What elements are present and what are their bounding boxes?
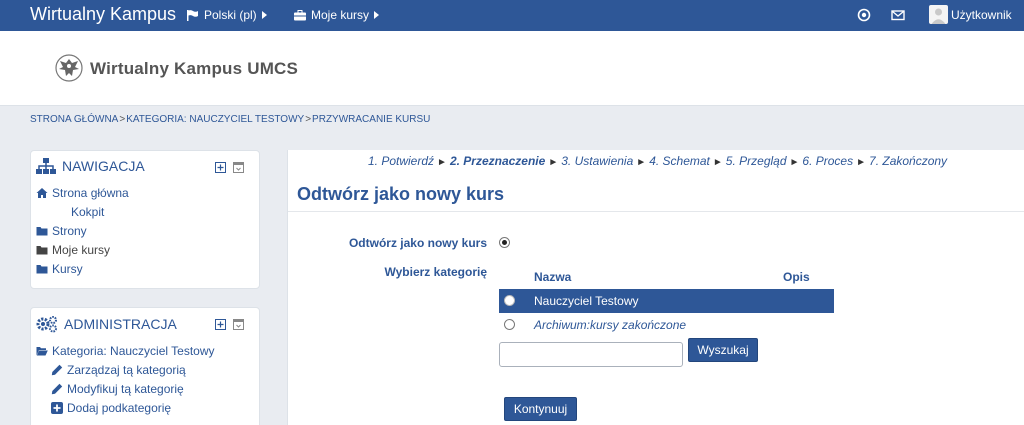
restore-steps: 1. Potwierdź ► 2. Przeznaczenie ► 3. Ustawie… [368, 154, 947, 168]
admin-item-label: Dodaj podkategorię [67, 401, 172, 415]
category-radio-teacher[interactable] [504, 295, 515, 306]
language-label: Polski (pl) [204, 8, 257, 22]
breadcrumb: STRONA GŁÓWNA > KATEGORIA: NAUCZYCIEL TE… [30, 114, 430, 125]
nav-item-label: Kursy [52, 262, 83, 276]
avatar [929, 5, 948, 24]
nav-item-dashboard[interactable]: Kokpit [71, 205, 104, 219]
sitemap-icon [36, 158, 56, 174]
nav-item-courses[interactable]: Kursy [36, 262, 83, 276]
folder-open-icon [36, 347, 48, 356]
search-button[interactable]: Wyszukaj [688, 338, 758, 362]
navigation-title: NAWIGACJA [62, 158, 145, 174]
admin-item-label: Kategoria: Nauczyciel Testowy [52, 344, 215, 358]
page-title: Odtwórz jako nowy kurs [297, 184, 505, 204]
title-divider [288, 211, 1024, 212]
restore-as-new-radio[interactable] [499, 237, 510, 248]
step-4: 4. Schemat [649, 154, 710, 168]
nav-item-label: Strony [52, 224, 87, 238]
admin-item-label: Zarządzaj tą kategorią [67, 363, 186, 377]
folder-icon [36, 265, 48, 274]
restore-as-new-label: Odtwórz jako nowy kurs [348, 236, 487, 250]
brand-link[interactable]: Wirtualny Kampus [30, 4, 176, 25]
category-search-input[interactable] [499, 342, 683, 367]
column-header-name: Nazwa [534, 270, 572, 284]
plus-square-icon [51, 402, 63, 414]
my-courses-label: Moje kursy [311, 8, 370, 22]
category-radio-archive[interactable] [504, 319, 515, 330]
dock-block-icon[interactable] [215, 319, 226, 330]
select-category-label: Wybierz kategorię [384, 265, 487, 279]
admin-item-edit-category[interactable]: Modyfikuj tą kategorię [51, 382, 184, 396]
step-arrow-icon: ► [712, 157, 723, 168]
cogs-icon [36, 316, 57, 333]
navigation-block: NAWIGACJA Strona główna Kokpit Strony Mo… [30, 150, 260, 289]
step-5: 5. Przegląd [725, 154, 787, 168]
nav-item-home[interactable]: Strona główna [36, 186, 129, 200]
admin-item-manage-category[interactable]: Zarządzaj tą kategorią [51, 363, 186, 377]
category-name-archive[interactable]: Archiwum:kursy zakończone [534, 318, 686, 332]
collapse-block-icon[interactable] [233, 162, 244, 173]
site-name-link[interactable]: Wirtualny Kampus UMCS [90, 59, 298, 79]
nav-item-label: Strona główna [52, 186, 129, 200]
briefcase-icon [294, 9, 306, 20]
breadcrumb-category[interactable]: KATEGORIA: NAUCZYCIEL TESTOWY [126, 114, 304, 125]
folder-icon [36, 227, 48, 236]
step-7: 7. Zakończony [869, 154, 948, 168]
folder-icon [36, 246, 48, 255]
breadcrumb-current[interactable]: PRZYWRACANIE KURSU [312, 114, 430, 125]
continue-button[interactable]: Kontynuuj [504, 397, 577, 421]
pencil-icon [51, 383, 63, 395]
caret-right-icon [261, 11, 267, 19]
nav-item-label: Moje kursy [52, 243, 111, 257]
nav-item-my-courses[interactable]: Moje kursy [36, 243, 110, 257]
dock-block-icon[interactable] [215, 162, 226, 173]
page-header: Wirtualny Kampus UMCS [0, 31, 1024, 106]
home-icon [36, 188, 48, 198]
pencil-icon [51, 364, 63, 376]
admin-item-category[interactable]: Kategoria: Nauczyciel Testowy [36, 344, 215, 358]
notification-icon[interactable] [857, 8, 871, 22]
breadcrumb-separator: > [119, 114, 126, 125]
step-6: 6. Proces [802, 154, 854, 168]
column-header-description: Opis [783, 270, 810, 284]
navigation-block-title: NAWIGACJA [36, 158, 145, 174]
nav-item-pages[interactable]: Strony [36, 224, 87, 238]
top-navbar: Wirtualny Kampus Polski (pl) Moje kursy … [0, 0, 1024, 31]
step-2-current: 2. Przeznaczenie [449, 154, 546, 168]
breadcrumb-separator: > [305, 114, 312, 125]
my-courses-menu[interactable]: Moje kursy [294, 8, 380, 22]
step-arrow-icon: ► [437, 157, 447, 168]
language-menu[interactable]: Polski (pl) [187, 8, 267, 22]
main-region: 1. Potwierdź ► 2. Przeznaczenie ► 3. Ustawie… [287, 150, 1024, 425]
administration-title: ADMINISTRACJA [64, 316, 177, 332]
user-menu[interactable]: Użytkownik [929, 5, 1012, 24]
administration-block-title: ADMINISTRACJA [36, 315, 177, 333]
envelope-icon[interactable] [891, 8, 905, 22]
administration-block: ADMINISTRACJA Kategoria: Nauczyciel Test… [30, 307, 260, 425]
category-name-teacher: Nauczyciel Testowy [534, 294, 639, 308]
user-name: Użytkownik [951, 7, 1012, 22]
user-silhouette-icon [931, 8, 946, 24]
step-arrow-icon: ► [548, 157, 559, 168]
admin-item-label: Modyfikuj tą kategorię [67, 382, 184, 396]
umcs-eagle-logo-icon [55, 54, 83, 82]
step-arrow-icon: ► [789, 157, 800, 168]
step-3: 3. Ustawienia [561, 154, 634, 168]
nav-item-label: Kokpit [71, 205, 105, 219]
step-arrow-icon: ► [856, 157, 867, 168]
collapse-block-icon[interactable] [233, 319, 244, 330]
breadcrumb-home[interactable]: STRONA GŁÓWNA [30, 114, 118, 125]
caret-right-icon [374, 11, 380, 19]
admin-item-add-subcategory[interactable]: Dodaj podkategorię [51, 401, 171, 415]
step-1: 1. Potwierdź [368, 154, 435, 168]
step-arrow-icon: ► [636, 157, 647, 168]
flag-icon [187, 9, 198, 21]
